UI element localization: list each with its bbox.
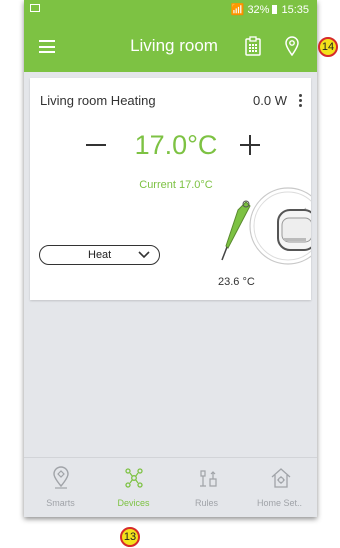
nav-label-rules: Rules [194, 498, 218, 508]
annotation-marker-14: 14 [318, 37, 338, 57]
sensor-temperature: 23.6 °C [218, 276, 255, 288]
status-time: 15:35 [281, 3, 309, 16]
signal-battery-text: 📶 32% [230, 4, 270, 16]
location-pin-icon[interactable] [284, 36, 300, 56]
thermostat-sensor-icon [221, 187, 311, 265]
mode-selected-value: Heat [88, 249, 112, 261]
app-bar: Living room [24, 30, 317, 66]
decrease-temperature-button[interactable] [86, 144, 106, 146]
devices-icon [125, 468, 143, 488]
setpoint-temperature: 17.0°C [134, 130, 218, 160]
device-name: Living room Heating [40, 93, 156, 108]
mode-dropdown[interactable]: Heat [39, 245, 160, 265]
image-notification-icon [30, 4, 40, 12]
nav-item-rules[interactable]: Rules [170, 458, 243, 517]
page-title: Living room [130, 36, 218, 55]
smarts-icon [53, 466, 69, 489]
nav-label-smarts: Smarts [46, 498, 75, 508]
status-indicators: 📶 32% 15:35 [230, 3, 309, 17]
top-bar: 📶 32% 15:35 Living room [24, 0, 317, 72]
hamburger-menu-icon[interactable] [39, 40, 55, 53]
device-card[interactable]: Living room Heating 0.0 W 17.0°C Current… [30, 78, 311, 300]
nav-item-smarts[interactable]: Smarts [24, 458, 97, 517]
power-reading: 0.0 W [253, 93, 287, 108]
rules-icon [200, 470, 217, 487]
current-temperature: Current 17.0°C [139, 179, 213, 191]
phone-screen: 📶 32% 15:35 Living room Living room Heat… [24, 0, 317, 517]
clipboard-icon[interactable] [245, 36, 261, 56]
nav-item-home-settings[interactable]: Home Set.. [243, 458, 316, 517]
nav-label-home-settings: Home Set.. [256, 498, 303, 508]
nav-item-devices[interactable]: Devices [97, 458, 170, 517]
nav-label-devices: Devices [117, 498, 150, 508]
more-options-icon[interactable] [299, 94, 302, 109]
annotation-marker-13: 13 [120, 527, 140, 547]
chevron-down-icon [138, 251, 150, 259]
bottom-navigation: Smarts Devices Rules Home Set.. [24, 457, 317, 517]
status-bar: 📶 32% 15:35 [24, 0, 317, 20]
battery-icon [272, 5, 278, 14]
home-settings-icon [271, 468, 291, 488]
